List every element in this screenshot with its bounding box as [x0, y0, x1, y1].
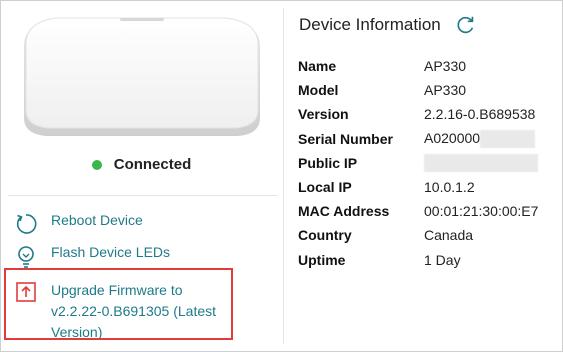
country-value: Canada — [424, 227, 474, 244]
version-label: Version — [298, 106, 349, 123]
mac-label: MAC Address — [298, 203, 390, 220]
info-row-model: Model AP330 — [298, 78, 548, 102]
upgrade-label-line3: Version) — [51, 324, 103, 340]
status-label: Connected — [113, 156, 192, 173]
upgrade-icon — [16, 282, 36, 302]
info-row-country: Country Canada — [298, 223, 548, 247]
flash-leds-label: Flash Device LEDs — [51, 244, 171, 260]
upgrade-label-line2: v2.2.22-0.B691305 (Latest — [51, 303, 217, 319]
access-point-image — [24, 17, 260, 136]
model-value: AP330 — [424, 82, 467, 99]
info-row-public-ip: Public IP — [298, 151, 548, 175]
reboot-icon — [16, 214, 37, 234]
name-value: AP330 — [424, 58, 467, 75]
upgrade-label: Upgrade Firmware to v2.2.22-0.B691305 (L… — [51, 280, 216, 343]
info-row-uptime: Uptime 1 Day — [298, 248, 548, 272]
section-divider — [8, 195, 278, 196]
info-row-serial: Serial Number A020000 — [298, 127, 548, 151]
status-dot-icon — [91, 159, 102, 170]
serial-label: Serial Number — [298, 130, 393, 147]
serial-redaction — [480, 129, 536, 148]
flash-led-icon — [18, 246, 34, 268]
uptime-value: 1 Day — [424, 251, 461, 268]
device-info-table: Name AP330 Model AP330 Version 2.2.16-0.… — [298, 54, 548, 272]
serial-value-wrap: A020000 — [424, 129, 536, 148]
version-value: 2.2.16-0.B689538 — [424, 106, 536, 123]
info-row-local-ip: Local IP 10.0.1.2 — [298, 175, 548, 199]
public-ip-redaction — [424, 153, 538, 172]
connection-status: Connected — [0, 156, 283, 173]
reboot-label: Reboot Device — [51, 212, 143, 228]
uptime-label: Uptime — [298, 251, 346, 268]
name-label: Name — [298, 58, 337, 75]
country-label: Country — [298, 227, 352, 244]
mac-value: 00:01:21:30:00:E7 — [424, 203, 539, 220]
public-ip-value-wrap — [424, 153, 538, 172]
info-row-name: Name AP330 — [298, 54, 548, 78]
local-ip-value: 10.0.1.2 — [424, 179, 475, 196]
device-actions: Reboot Device Flash Device LEDs Upgrade … — [14, 212, 274, 351]
column-divider — [283, 8, 284, 344]
local-ip-label: Local IP — [298, 179, 352, 196]
upgrade-firmware-link[interactable]: Upgrade Firmware to v2.2.22-0.B691305 (L… — [14, 280, 274, 343]
refresh-icon[interactable] — [455, 14, 477, 36]
upgrade-label-line1: Upgrade Firmware to — [51, 282, 183, 298]
reboot-device-link[interactable]: Reboot Device — [14, 212, 274, 236]
serial-value: A020000 — [424, 129, 481, 146]
info-row-version: Version 2.2.16-0.B689538 — [298, 102, 548, 126]
flash-leds-link[interactable]: Flash Device LEDs — [14, 244, 274, 268]
info-row-mac: MAC Address 00:01:21:30:00:E7 — [298, 199, 548, 223]
device-info-title: Device Information — [299, 15, 441, 34]
model-label: Model — [298, 82, 339, 99]
public-ip-label: Public IP — [298, 154, 358, 171]
device-info-header: Device Information — [299, 14, 477, 36]
